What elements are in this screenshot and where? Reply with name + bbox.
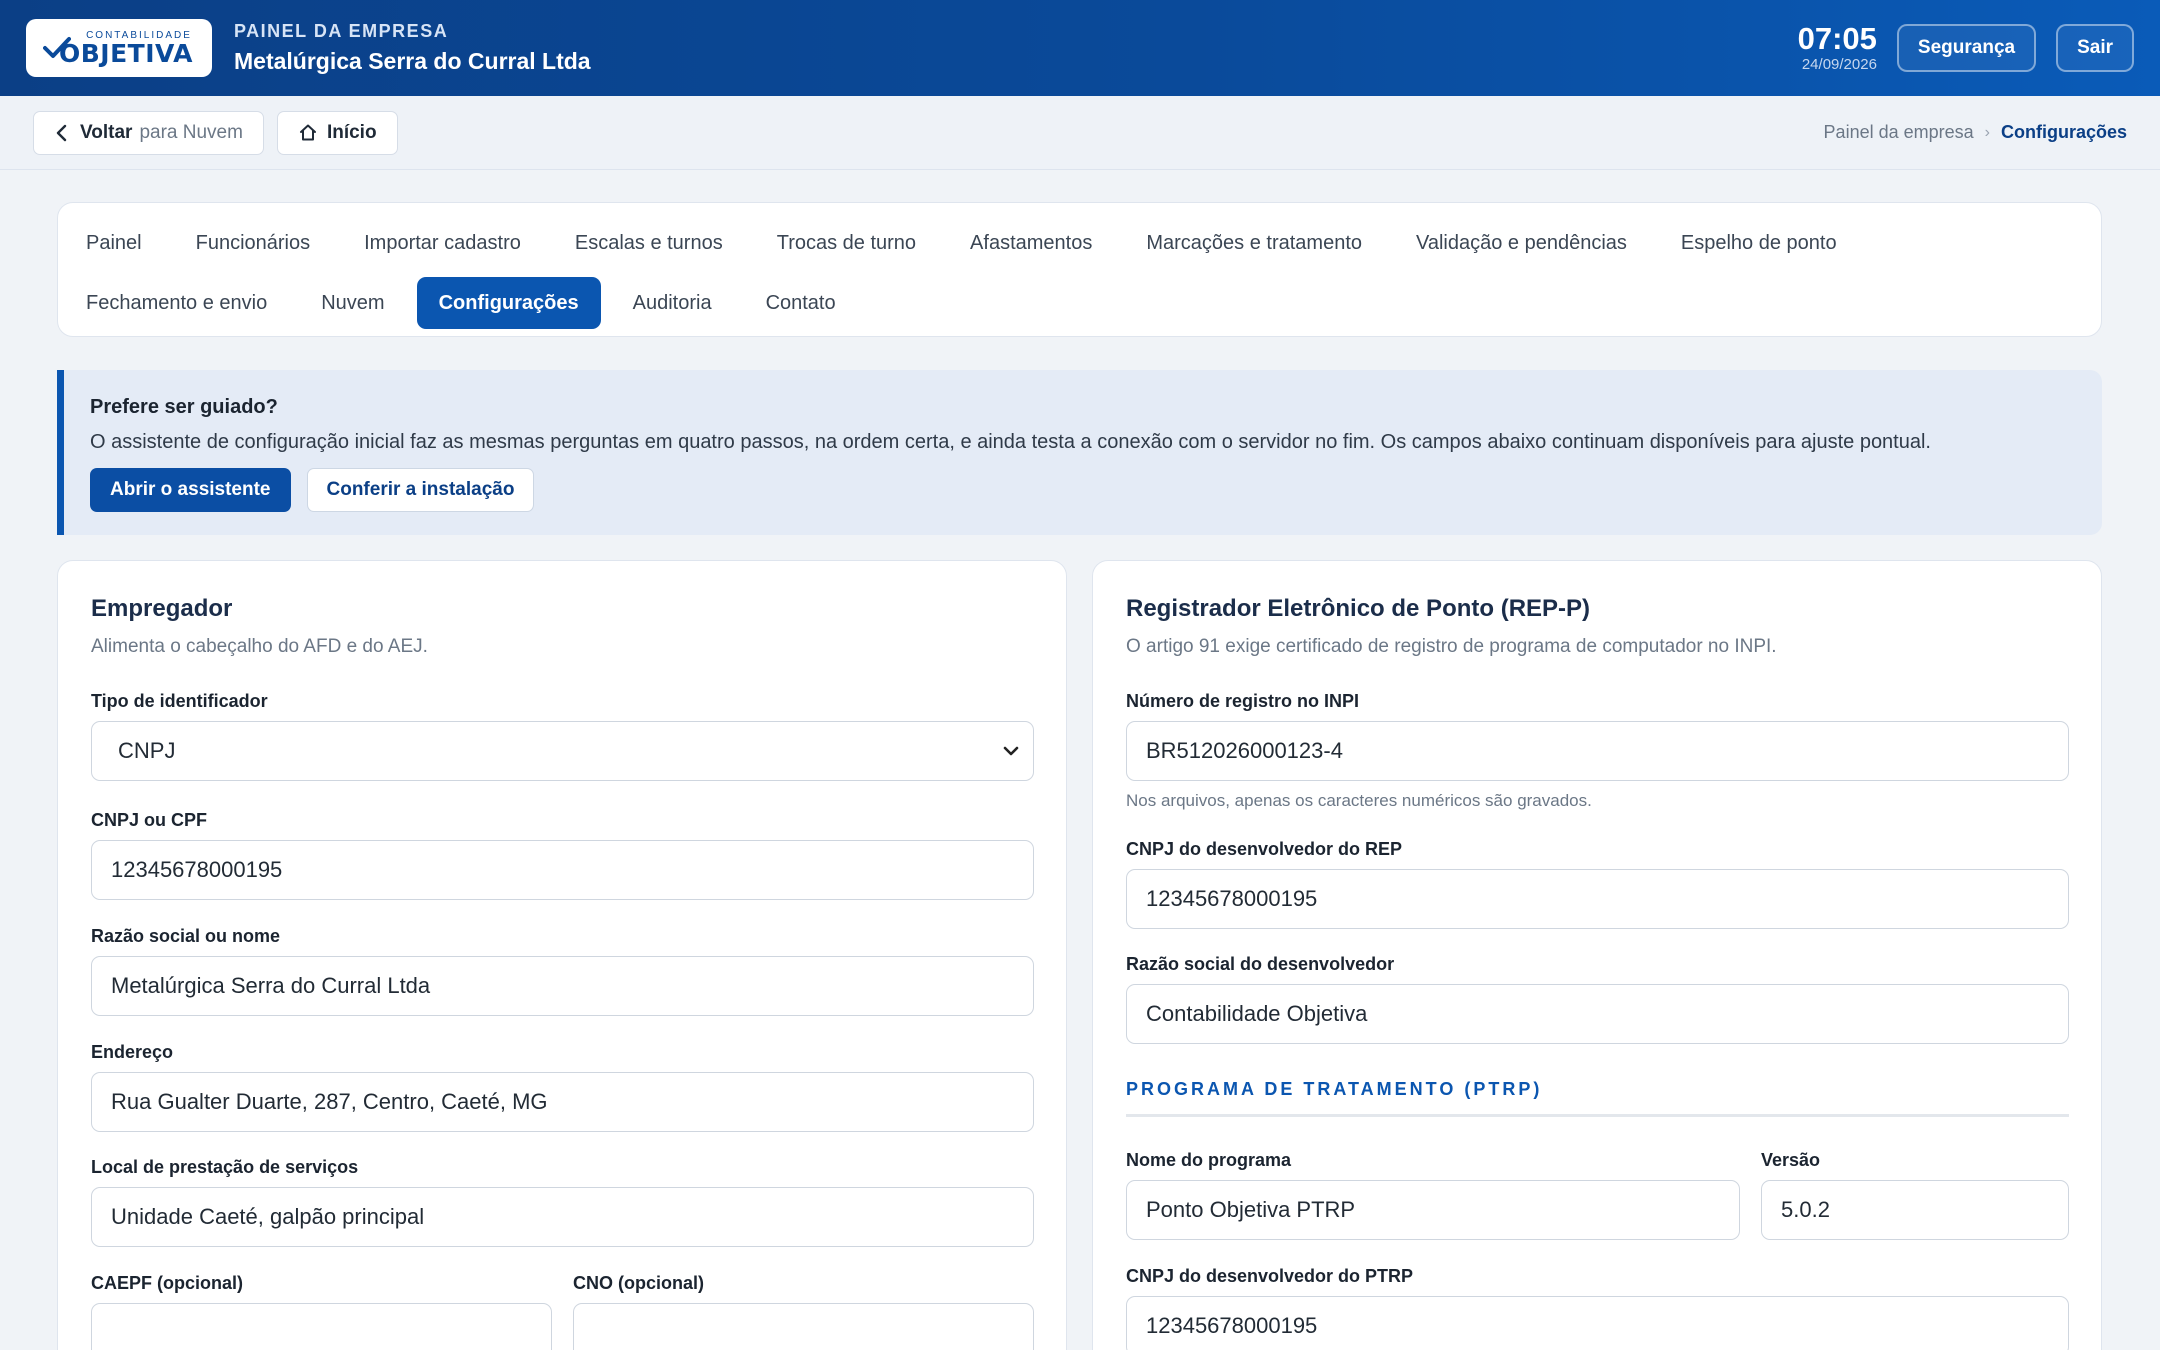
cno-label: CNO (opcional) (573, 1273, 704, 1293)
tabs-row-1: Painel Funcionários Importar cadastro Es… (78, 213, 2081, 273)
checkmark-logo-icon (43, 37, 71, 58)
home-icon (299, 124, 316, 141)
breadcrumb: Painel da empresa › Configurações (1824, 122, 2127, 143)
program-name-group: Nome do programa Ponto Objetiva PTRP (1126, 1150, 1740, 1240)
company-name-group: Razão social ou nome Metalúrgica Serra d… (91, 926, 1034, 1016)
tab-validacao-e-pendencias[interactable]: Validação e pendências (1394, 217, 1649, 269)
tab-marcacoes-e-tratamento[interactable]: Marcações e tratamento (1124, 217, 1384, 269)
tab-nuvem[interactable]: Nuvem (299, 277, 406, 329)
ptrp-dev-cnpj-input[interactable]: 12345678000195 (1126, 1296, 2069, 1350)
tab-espelho-de-ponto[interactable]: Espelho de ponto (1659, 217, 1859, 269)
tab-auditoria[interactable]: Auditoria (611, 277, 734, 329)
company-name: Metalúrgica Serra do Curral Ltda (234, 48, 591, 74)
ptrp-dev-cnpj-group: CNPJ do desenvolvedor do PTRP 1234567800… (1126, 1266, 2069, 1350)
clock: 07:05 24/09/2026 (1797, 20, 1877, 73)
tabs-row-2: Fechamento e envio Nuvem Configurações A… (78, 273, 2081, 333)
doc-input[interactable]: 12345678000195 (91, 840, 1034, 900)
version-input[interactable]: 5.0.2 (1761, 1180, 2069, 1240)
security-button[interactable]: Segurança (1896, 24, 2037, 72)
caepf-input[interactable] (91, 1303, 552, 1350)
header-actions: 07:05 24/09/2026 Segurança Sair (1797, 20, 2134, 73)
logout-button[interactable]: Sair (2056, 24, 2134, 72)
breadcrumb-separator-icon: › (1984, 123, 1990, 141)
tab-fechamento-e-envio[interactable]: Fechamento e envio (78, 277, 289, 329)
tab-funcionarios[interactable]: Funcionários (174, 217, 333, 269)
setup-assistant-callout: Prefere ser guiado? O assistente de conf… (57, 370, 2102, 535)
tab-contato[interactable]: Contato (744, 277, 858, 329)
home-button[interactable]: Início (276, 110, 398, 155)
rep-title: Registrador Eletrônico de Ponto (REP-P) (1126, 595, 1591, 622)
inpi-label: Número de registro no INPI (1126, 691, 1360, 711)
program-name-input[interactable]: Ponto Objetiva PTRP (1126, 1180, 1740, 1240)
service-site-input[interactable]: Unidade Caeté, galpão principal (91, 1187, 1034, 1247)
open-assistant-button[interactable]: Abrir o assistente (90, 468, 291, 512)
rep-dev-name-group: Razão social do desenvolvedor Contabilid… (1126, 954, 2069, 1044)
inpi-hint: Nos arquivos, apenas os caracteres numér… (1126, 791, 1592, 810)
module-tabs: Painel Funcionários Importar cadastro Es… (57, 202, 2102, 337)
address-label: Endereço (91, 1042, 174, 1062)
inpi-group: Número de registro no INPI BR51202600012… (1126, 691, 2069, 811)
callout-title: Prefere ser guiado? (90, 396, 278, 418)
employer-panel: Empregador Alimenta o cabeçalho do AFD e… (57, 560, 1067, 1350)
back-button[interactable]: Voltar para Nuvem (33, 110, 264, 155)
id-type-label: Tipo de identificador (91, 691, 268, 711)
rep-subtitle: O artigo 91 exige certificado de registr… (1126, 636, 1777, 657)
inpi-input[interactable]: BR512026000123-4 (1126, 721, 2069, 781)
doc-label: CNPJ ou CPF (91, 810, 208, 830)
id-type-select[interactable]: CNPJ (91, 721, 1034, 781)
version-label: Versão (1761, 1150, 1821, 1170)
panel-kicker: PAINEL DA EMPRESA (234, 21, 449, 41)
back-destination: para Nuvem (139, 121, 243, 143)
breadcrumb-item-current: Configurações (2000, 122, 2127, 142)
tab-trocas-de-turno[interactable]: Trocas de turno (755, 217, 938, 269)
company-logo[interactable]: CONTABILIDADE OBJETIVA (26, 19, 212, 77)
navigation-strip: Voltar para Nuvem Início Painel da empre… (0, 96, 2160, 170)
caepf-label: CAEPF (opcional) (91, 1273, 243, 1293)
callout-text: O assistente de configuração inicial faz… (90, 431, 1931, 453)
rep-dev-name-input[interactable]: Contabilidade Objetiva (1126, 984, 2069, 1044)
rep-dev-cnpj-group: CNPJ do desenvolvedor do REP 12345678000… (1126, 839, 2069, 929)
chevron-left-icon (56, 124, 67, 141)
rep-dev-cnpj-label: CNPJ do desenvolvedor do REP (1126, 839, 1403, 859)
breadcrumb-item-panel[interactable]: Painel da empresa (1824, 122, 1974, 143)
cno-input[interactable] (573, 1303, 1034, 1350)
doc-group: CNPJ ou CPF 12345678000195 (91, 810, 1034, 900)
tab-escalas-e-turnos[interactable]: Escalas e turnos (553, 217, 745, 269)
check-installation-button[interactable]: Conferir a instalação (306, 468, 535, 512)
service-site-group: Local de prestação de serviços Unidade C… (91, 1157, 1034, 1247)
address-group: Endereço Rua Gualter Duarte, 287, Centro… (91, 1042, 1034, 1132)
home-label: Início (326, 121, 377, 143)
ptrp-section-heading: PROGRAMA DE TRATAMENTO (PTRP) (1126, 1079, 2069, 1117)
address-input[interactable]: Rua Gualter Duarte, 287, Centro, Caeté, … (91, 1072, 1034, 1132)
back-label: Voltar (80, 121, 133, 143)
version-group: Versão 5.0.2 (1761, 1150, 2069, 1240)
callout-actions: Abrir o assistente Conferir a instalação (90, 468, 2076, 512)
employer-subtitle: Alimenta o cabeçalho do AFD e do AEJ. (91, 636, 428, 657)
company-name-input[interactable]: Metalúrgica Serra do Curral Ltda (91, 956, 1034, 1016)
company-block: PAINEL DA EMPRESA Metalúrgica Serra do C… (234, 21, 591, 75)
tab-configuracoes[interactable]: Configurações (416, 277, 601, 329)
service-site-label: Local de prestação de serviços (91, 1157, 359, 1177)
employer-title: Empregador (91, 595, 233, 622)
app-header: CONTABILIDADE OBJETIVA PAINEL DA EMPRESA… (0, 0, 2160, 96)
program-name-label: Nome do programa (1126, 1150, 1292, 1170)
rep-dev-name-label: Razão social do desenvolvedor (1126, 954, 1395, 974)
tab-importar-cadastro[interactable]: Importar cadastro (342, 217, 543, 269)
id-type-group: Tipo de identificador CNPJ (91, 691, 1034, 781)
ptrp-dev-cnpj-label: CNPJ do desenvolvedor do PTRP (1126, 1266, 1414, 1286)
clock-time: 07:05 (1797, 20, 1877, 56)
rep-panel: Registrador Eletrônico de Ponto (REP-P) … (1092, 560, 2102, 1350)
caepf-group: CAEPF (opcional) (91, 1273, 552, 1350)
id-type-value: CNPJ (118, 738, 176, 763)
tab-afastamentos[interactable]: Afastamentos (948, 217, 1114, 269)
cno-group: CNO (opcional) (573, 1273, 1034, 1350)
tab-painel[interactable]: Painel (78, 217, 164, 269)
company-name-label: Razão social ou nome (91, 926, 281, 946)
clock-date: 24/09/2026 (1801, 55, 1877, 73)
chevron-down-icon (1003, 746, 1019, 756)
rep-dev-cnpj-input[interactable]: 12345678000195 (1126, 869, 2069, 929)
